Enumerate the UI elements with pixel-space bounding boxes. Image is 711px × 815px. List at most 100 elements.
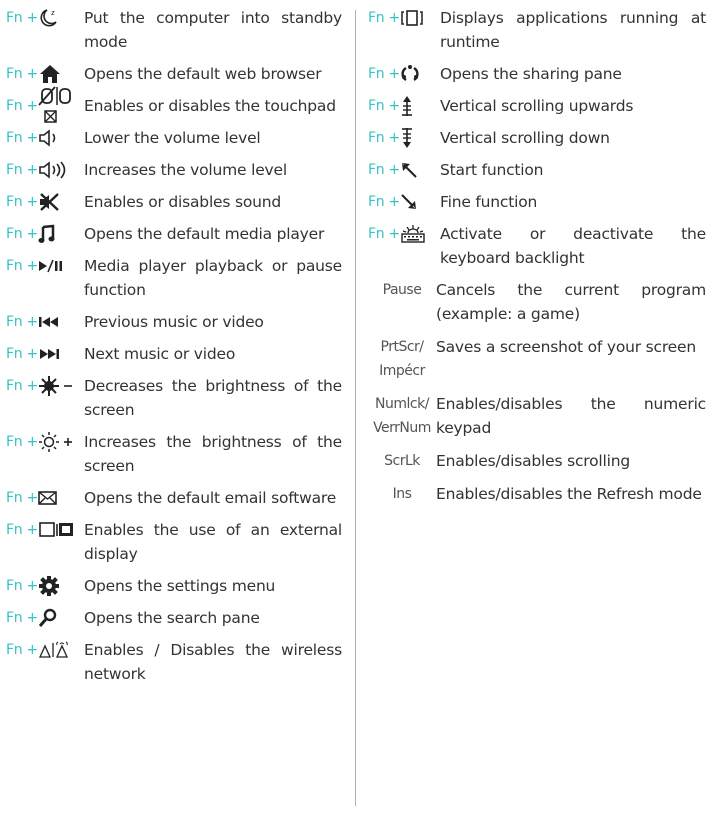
standby-moon-icon: z [38, 6, 84, 30]
shortcut-description: Enables or disables sound [84, 193, 282, 211]
shortcut-description: Put the computer into standby mode [84, 9, 342, 51]
shortcut-description: Opens the default media player [84, 225, 325, 243]
fn-label: Fn + [368, 226, 400, 242]
fn-label: Fn + [6, 642, 38, 658]
touchpad-icon [38, 86, 84, 123]
svg-text:z: z [51, 9, 55, 17]
home-icon [38, 62, 84, 86]
shortcut-description: Start function [440, 161, 544, 179]
column-divider [355, 10, 356, 806]
shortcut-row: Fn + Vertical scrolling upwards [368, 94, 706, 118]
play-pause-icon [38, 254, 84, 278]
scroll-up-icon [400, 94, 440, 118]
key-name: ScrLk [384, 453, 420, 469]
volume-up-icon [38, 158, 84, 182]
fn-label: Fn + [6, 522, 38, 538]
brightness-up-icon [38, 430, 84, 454]
home-arrow-icon [400, 158, 440, 182]
settings-gear-icon [38, 574, 84, 598]
fn-label: Fn + [6, 378, 38, 394]
shortcut-description: Displays applications running at runtime [440, 9, 706, 51]
shortcut-row: Fn + Vertical scrolling down [368, 126, 706, 150]
shortcut-description: Enables the use of an external display [84, 521, 342, 563]
fn-label: Fn + [368, 162, 400, 178]
shortcut-row: Fn + Increases the brightness of the scr… [6, 430, 342, 478]
shortcut-description: Activate or deactivate the keyboard back… [440, 225, 706, 267]
fn-label: Fn + [6, 258, 38, 274]
fn-label: Fn + [6, 66, 38, 82]
right-shortcut-column: Fn + Displays applications running at ru… [368, 6, 706, 515]
shortcut-row: Fn + Enables or disables sound [6, 190, 342, 214]
shortcut-row: Fn + Decreases the brightness of the scr… [6, 374, 342, 422]
shortcut-row: Fn + Opens the default media player [6, 222, 342, 246]
fn-label: Fn + [6, 434, 38, 450]
shortcut-description: Lower the volume level [84, 129, 261, 147]
previous-track-icon [38, 310, 84, 334]
external-display-icon [38, 518, 84, 542]
shortcut-row: Fn + Previous music or video [6, 310, 342, 334]
running-apps-icon [400, 6, 440, 30]
shortcut-row: Fn + Opens the settings menu [6, 574, 342, 598]
shortcut-description: Enables / Disables the wireless network [84, 641, 342, 683]
shortcut-row: Fn + Fine function [368, 190, 706, 214]
shortcut-description: Previous music or video [84, 313, 264, 331]
shortcut-row: Fn + Enables / Disables the wireless net… [6, 638, 342, 686]
shortcut-row: Fn + Displays applications running at ru… [368, 6, 706, 54]
shortcut-description: Opens the default web browser [84, 65, 322, 83]
shortcut-description: Opens the default email software [84, 489, 337, 507]
shortcut-description: Increases the brightness of the screen [84, 433, 342, 475]
shortcut-description: Media player playback or pause function [84, 257, 342, 299]
fn-label: Fn + [6, 226, 38, 242]
volume-down-icon [38, 126, 84, 150]
shortcut-row: Fn + z Put the computer into standby mod… [6, 6, 342, 54]
fn-label: Fn + [368, 10, 400, 26]
shortcut-description: Fine function [440, 193, 538, 211]
shortcut-row: Fn + Activate or deactivate the keyboard… [368, 222, 706, 270]
shortcut-row: Fn + Media player playback or pause func… [6, 254, 342, 302]
shortcut-description: Opens the search pane [84, 609, 260, 627]
key-name: Pause [382, 282, 422, 298]
fn-label: Fn + [6, 194, 38, 210]
shortcut-row: Fn + Start function [368, 158, 706, 182]
key-name: Ins [392, 486, 412, 502]
shortcut-row: Fn + Enables the use of an external disp… [6, 518, 342, 566]
shortcut-row: Fn + Opens the default email software [6, 486, 342, 510]
keyboard-backlight-icon [400, 222, 440, 246]
end-arrow-icon [400, 190, 440, 214]
fn-label: Fn + [6, 98, 38, 114]
fn-label: Fn + [6, 130, 38, 146]
fn-label: Fn + [6, 346, 38, 362]
scroll-down-icon [400, 126, 440, 150]
shortcut-description: Enables or disables the touchpad [84, 97, 336, 115]
key-row: Ins Enables/disables the Refresh mode [368, 482, 706, 506]
mail-icon [38, 486, 84, 510]
wireless-icon [38, 638, 84, 662]
fn-label: Fn + [6, 610, 38, 626]
shortcut-description: Next music or video [84, 345, 236, 363]
shortcut-row: Fn + Opens the default web browser [6, 62, 342, 86]
fn-label: Fn + [6, 314, 38, 330]
shortcut-row: Fn + Increases the volume level [6, 158, 342, 182]
next-track-icon [38, 342, 84, 366]
fn-label: Fn + [6, 162, 38, 178]
key-row: PrtScr/Impécr Saves a screenshot of your… [368, 335, 706, 383]
shortcut-row: Fn + Lower the volume level [6, 126, 342, 150]
fn-label: Fn + [6, 10, 38, 26]
shortcut-description: Opens the sharing pane [440, 65, 622, 83]
brightness-down-icon [38, 374, 84, 398]
search-icon [38, 606, 84, 630]
left-shortcut-column: Fn + z Put the computer into standby mod… [6, 6, 342, 694]
shortcut-row: Fn + Next music or video [6, 342, 342, 366]
key-row: Numlck/VerrNum Enables/disables the nume… [368, 392, 706, 440]
music-note-icon [38, 222, 84, 246]
key-name: PrtScr/Impécr [379, 339, 425, 379]
shortcut-row: Fn + Opens the search pane [6, 606, 342, 630]
fn-label: Fn + [368, 194, 400, 210]
shortcut-row: Fn + Opens the sharing pane [368, 62, 706, 86]
shortcut-description: Enables/disables scrolling [436, 452, 630, 470]
fn-label: Fn + [368, 66, 400, 82]
shortcut-row: Fn + Enables or disables the touchpad [6, 86, 342, 123]
fn-label: Fn + [6, 578, 38, 594]
shortcut-description: Cancels the current program (example: a … [436, 281, 706, 323]
shortcut-description: Saves a screenshot of your screen [436, 338, 696, 356]
